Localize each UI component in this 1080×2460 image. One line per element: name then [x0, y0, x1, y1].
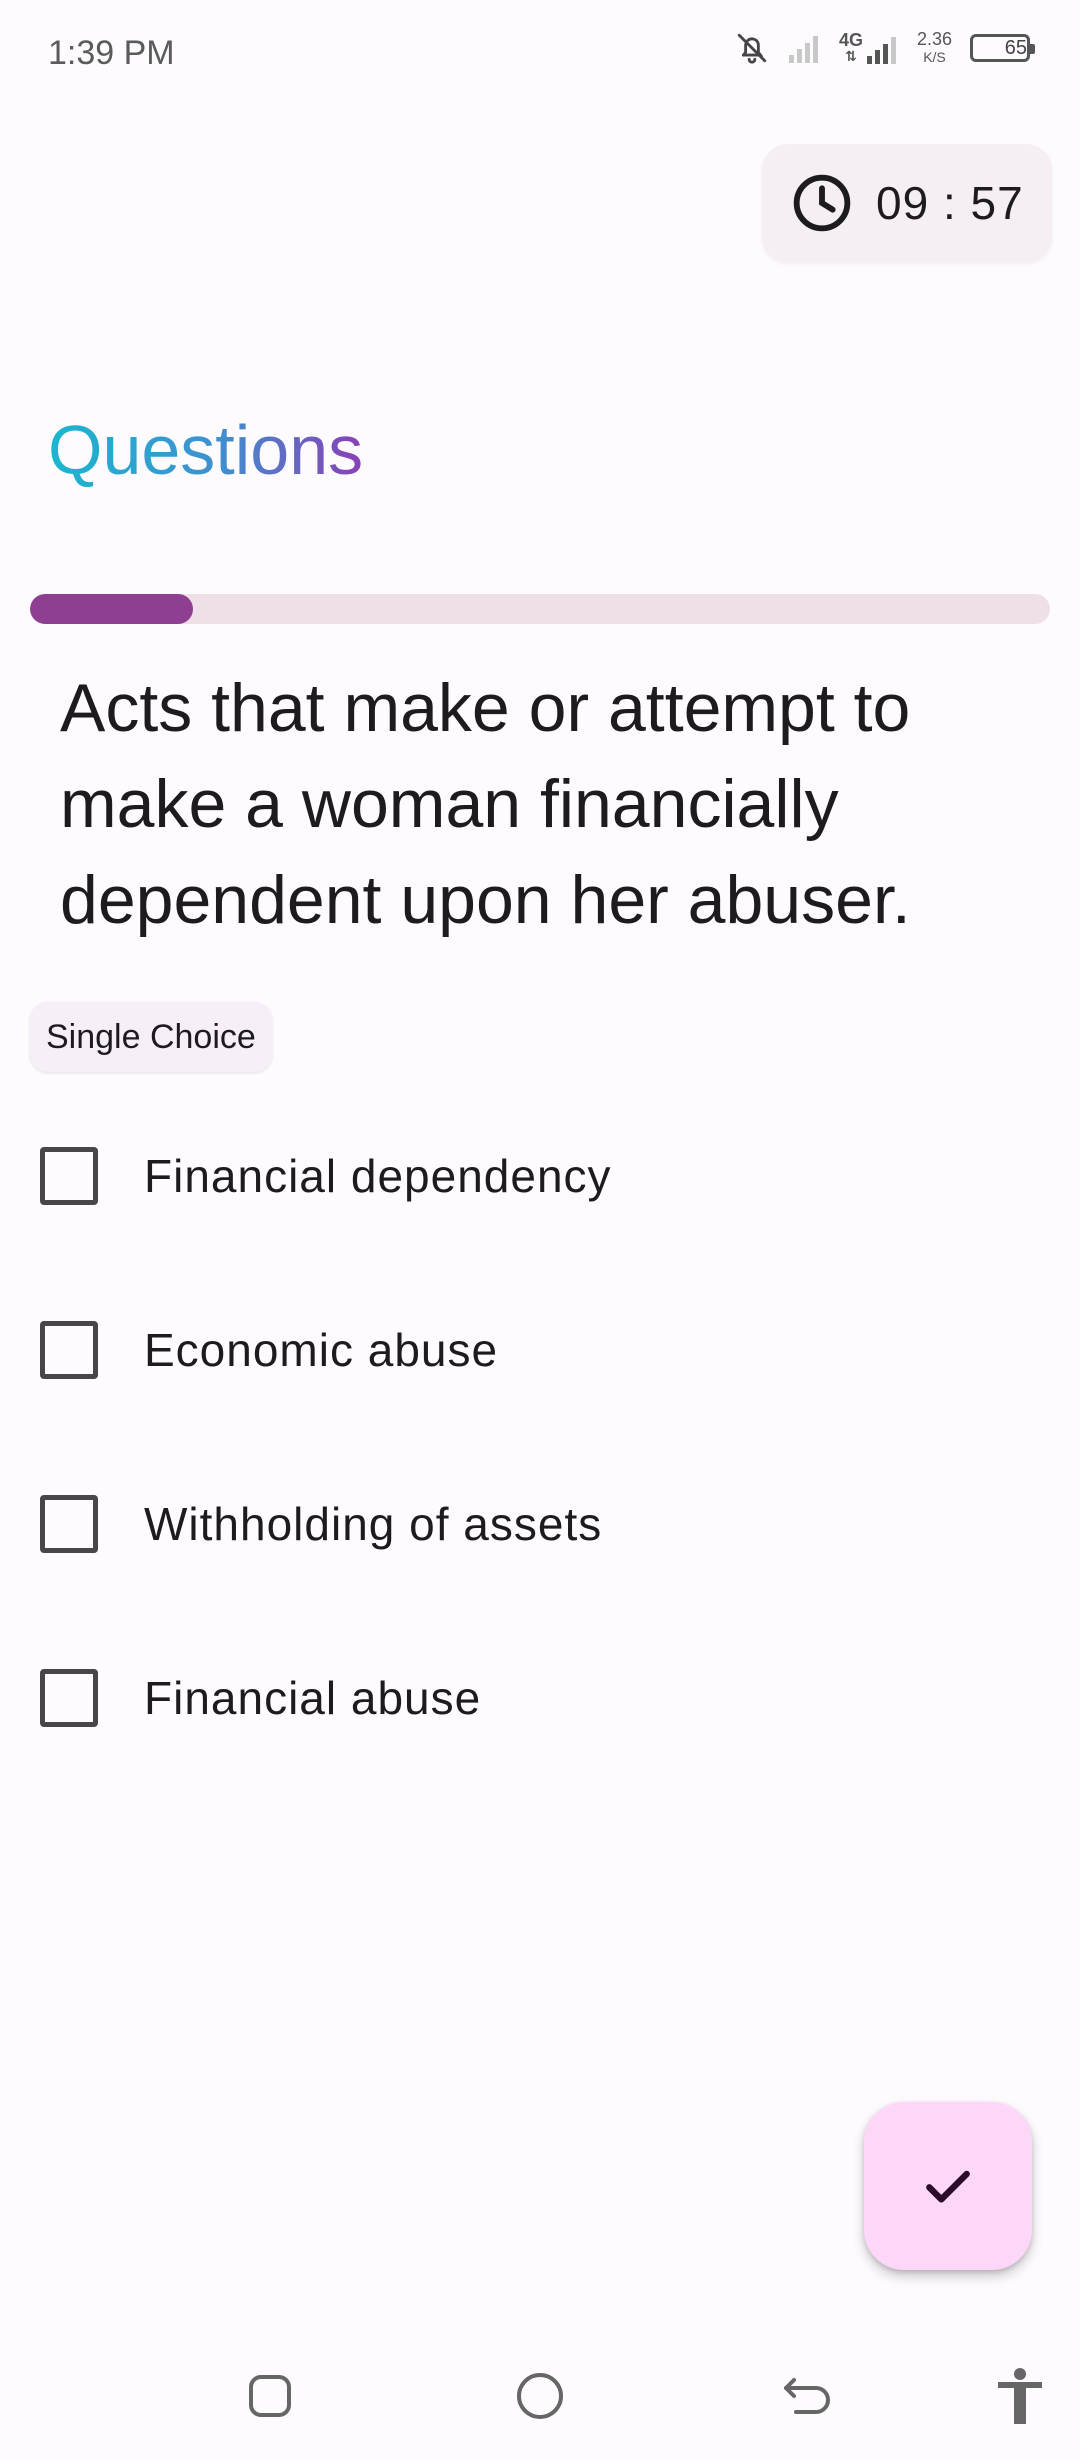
option-checkbox[interactable]: [40, 1495, 98, 1553]
clock-icon: [790, 171, 854, 235]
option-label: Withholding of assets: [144, 1498, 603, 1550]
bell-off-icon: [735, 31, 769, 65]
signal-icon: [787, 33, 821, 63]
accessibility-button[interactable]: [988, 2364, 1052, 2428]
progress-bar: [30, 594, 1050, 624]
question-type-chip: Single Choice: [30, 1002, 272, 1072]
home-icon: [514, 2370, 566, 2422]
recents-icon: [245, 2371, 295, 2421]
signal-4g-icon: 4G ⇅: [838, 30, 899, 64]
submit-button[interactable]: [864, 2102, 1032, 2270]
network-speed-unit: K/S: [923, 49, 946, 65]
option-checkbox[interactable]: [40, 1669, 98, 1727]
battery-icon: 65: [970, 34, 1035, 62]
option-item[interactable]: Financial abuse: [40, 1648, 481, 1748]
network-speed: 2.36 K/S: [917, 30, 952, 66]
accessibility-icon: [994, 2366, 1046, 2426]
page-title: Questions: [48, 411, 364, 489]
back-button[interactable]: [776, 2364, 840, 2428]
system-nav-bar: [0, 2330, 1080, 2460]
option-checkbox[interactable]: [40, 1321, 98, 1379]
option-label: Economic abuse: [144, 1324, 499, 1376]
network-speed-value: 2.36: [916, 29, 952, 49]
option-item[interactable]: Withholding of assets: [40, 1474, 602, 1574]
network-type-label: 4G: [838, 30, 863, 50]
timer-chip: 09 : 57: [762, 144, 1052, 262]
status-icons: 4G ⇅ 2.36 K/S 65: [735, 30, 1035, 66]
option-label: Financial abuse: [144, 1672, 482, 1724]
option-checkbox[interactable]: [40, 1147, 98, 1205]
status-bar: 1:39 PM 4G ⇅ 2.36 K/S 65: [0, 0, 1080, 110]
home-button[interactable]: [508, 2364, 572, 2428]
battery-level: 65: [1004, 36, 1027, 59]
option-item[interactable]: Financial dependency: [40, 1126, 612, 1226]
timer-value: 09 : 57: [876, 177, 1024, 229]
question-text: Acts that make or attempt to make a woma…: [60, 670, 911, 938]
back-icon: [782, 2370, 834, 2422]
status-time: 1:39 PM: [48, 34, 175, 72]
option-item[interactable]: Economic abuse: [40, 1300, 498, 1400]
recents-button[interactable]: [238, 2364, 302, 2428]
progress-fill: [30, 594, 194, 624]
check-icon: [916, 2154, 980, 2218]
option-label: Financial dependency: [144, 1150, 612, 1202]
